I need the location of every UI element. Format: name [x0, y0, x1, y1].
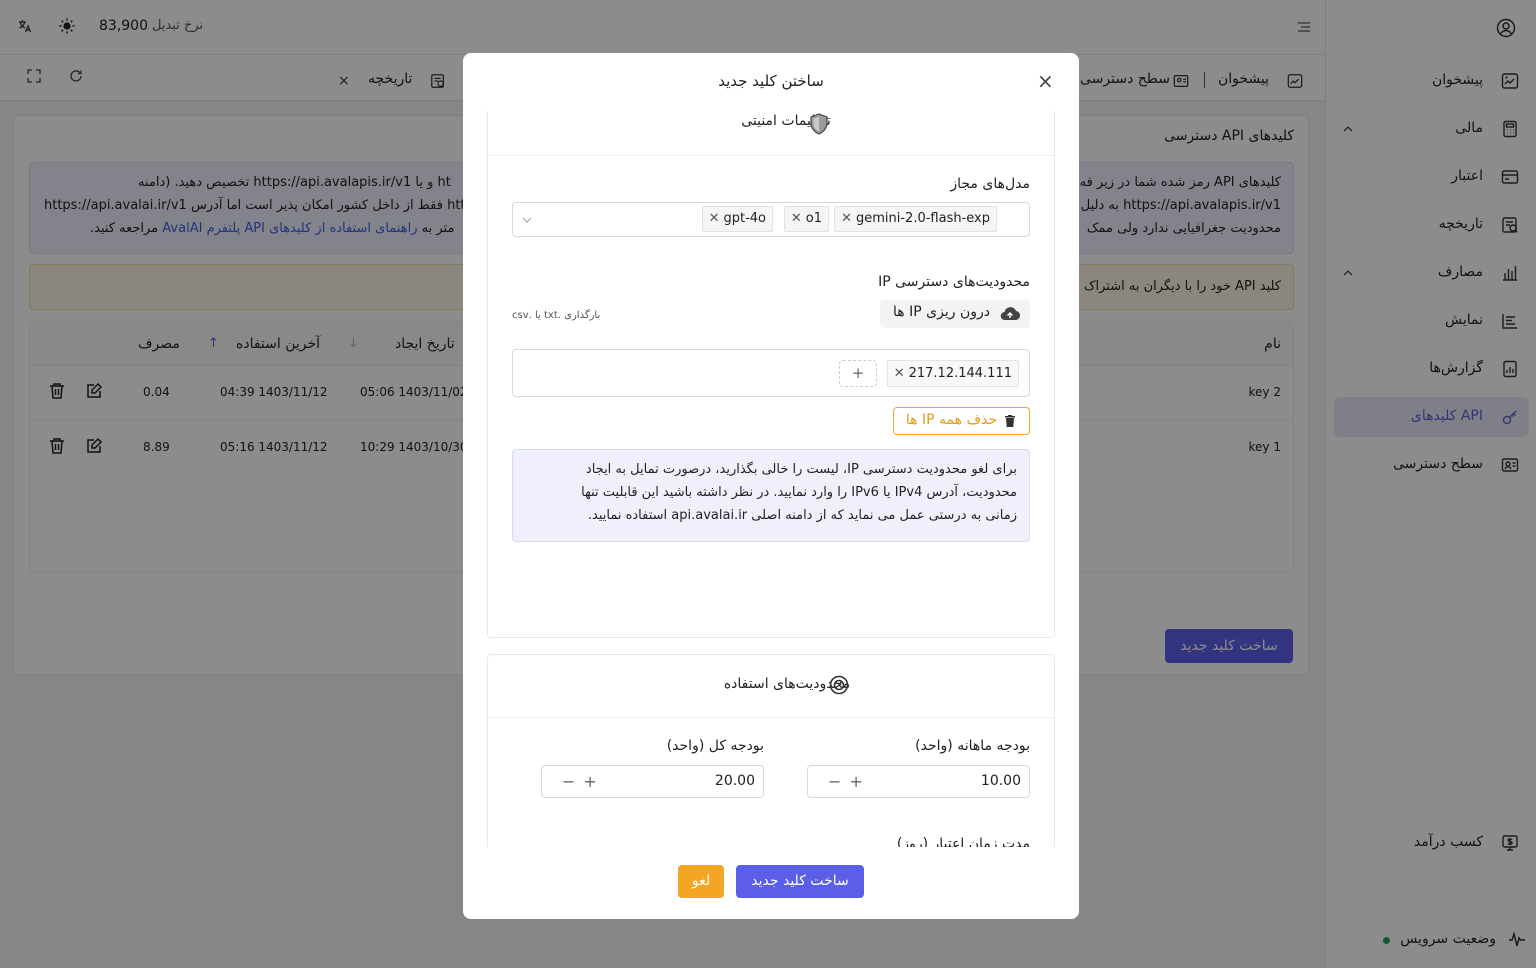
model-tag: ✕ gemini-2.0-flash-exp: [834, 206, 997, 232]
security-settings-title: تنظیمات امنیتی: [741, 113, 831, 129]
import-ips-button[interactable]: درون ریزی IP ها: [880, 300, 1030, 328]
shield-icon: [809, 113, 829, 135]
cloud-upload-icon: [1000, 305, 1020, 323]
remove-ip-icon[interactable]: ✕: [894, 366, 905, 381]
ip-list-input[interactable]: ✕ 217.12.144.111 +: [512, 349, 1030, 397]
ip-notice: برای لغو محدودیت دسترسی IP، لیست را خالی…: [512, 449, 1030, 542]
remove-tag-icon[interactable]: ✕: [841, 211, 852, 226]
add-ip-button[interactable]: +: [839, 360, 877, 387]
model-tag: ✕ gpt-4o: [701, 206, 773, 232]
model-tag: ✕ o1: [783, 206, 829, 232]
usage-limits-title: محدودیت‌های استفاده: [723, 676, 851, 692]
create-key-modal: ساختن کلید جدید × تنظیمات امنیتی مدل‌های…: [463, 53, 1079, 919]
stepper-controls[interactable]: +−: [562, 772, 605, 791]
close-icon[interactable]: ×: [1037, 69, 1054, 93]
import-hint: بارگذاری .txt یا .csv: [512, 310, 601, 321]
modal-header: ساختن کلید جدید ×: [463, 53, 1079, 111]
remove-tag-icon[interactable]: ✕: [791, 211, 802, 226]
delete-all-ips-button[interactable]: حذف همه IP ها: [893, 407, 1030, 435]
ip-restrictions-label: محدودیت‌های دسترسی IP: [878, 274, 1030, 290]
modal-title: ساختن کلید جدید: [718, 72, 824, 90]
gauge-icon: [829, 675, 849, 695]
total-budget-input[interactable]: 20.00 +−: [541, 765, 764, 798]
ip-tag: ✕ 217.12.144.111: [886, 360, 1019, 387]
modal-footer: ساخت کلید جدید لغو: [463, 847, 1079, 919]
total-budget-label: بودجه کل (واحد): [666, 738, 764, 754]
chevron-down-icon[interactable]: [521, 214, 533, 226]
allowed-models-select[interactable]: ✕ gemini-2.0-flash-exp ✕ o1 ✕ gpt-4o: [512, 202, 1030, 237]
cancel-button[interactable]: لغو: [678, 865, 724, 898]
allowed-models-label: مدل‌های مجاز: [950, 176, 1030, 192]
trash-icon: [1005, 415, 1015, 427]
monthly-budget-input[interactable]: 10.00 +−: [807, 765, 1030, 798]
modal-body: تنظیمات امنیتی مدل‌های مجاز ✕ gemini-2.0-…: [463, 111, 1079, 901]
security-settings-card: تنظیمات امنیتی مدل‌های مجاز ✕ gemini-2.0-…: [487, 111, 1055, 638]
stepper-controls[interactable]: +−: [828, 772, 871, 791]
submit-create-key-button[interactable]: ساخت کلید جدید: [736, 865, 864, 898]
monthly-budget-label: بودجه ماهانه (واحد): [915, 738, 1030, 754]
remove-tag-icon[interactable]: ✕: [709, 211, 720, 226]
